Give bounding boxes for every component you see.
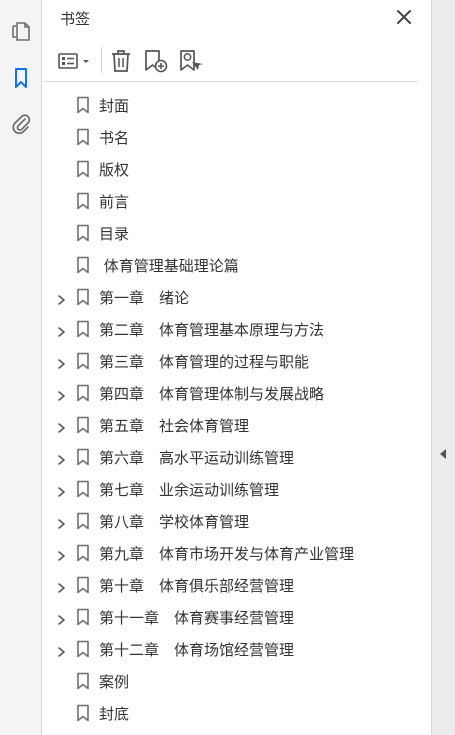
pages-thumbnail-button[interactable]: [7, 17, 35, 45]
find-bookmark-button[interactable]: [178, 47, 204, 75]
bookmark-label: 第五章 社会体育管理: [99, 417, 250, 435]
bookmark-item[interactable]: 第五章 社会体育管理: [43, 409, 431, 441]
bookmark-icon: [76, 288, 90, 306]
toolbar-separator: [101, 47, 102, 73]
chevron-right-icon[interactable]: [55, 451, 67, 465]
bookmark-label: 第二章 体育管理基本原理与方法: [99, 321, 325, 339]
close-icon: [397, 10, 411, 24]
right-pane-handle: [431, 0, 455, 735]
chevron-right-icon[interactable]: [55, 515, 67, 529]
bookmark-label: 第七章 业余运动训练管理: [99, 481, 280, 499]
bookmark-icon: [76, 480, 90, 498]
new-bookmark-button[interactable]: [143, 47, 169, 75]
bookmark-item[interactable]: 第七章 业余运动训练管理: [43, 473, 431, 505]
bookmarks-tab-button[interactable]: [7, 64, 49, 92]
bookmark-icon: [76, 128, 90, 146]
bookmark-item[interactable]: 第十章 体育俱乐部经营管理: [43, 569, 431, 601]
bookmark-icon: [76, 320, 90, 338]
add-bookmark-icon: [145, 50, 168, 73]
chevron-right-icon[interactable]: [55, 355, 67, 369]
trash-icon: [112, 50, 130, 72]
bookmarks-panel: 书签 封面 书名 版权 前言 目录 体育管理基础理论篇 第一章 绪论 第二章 体…: [43, 0, 431, 735]
bookmark-item[interactable]: 封面: [43, 89, 431, 121]
chevron-right-icon[interactable]: [55, 387, 67, 401]
bookmark-label: 第三章 体育管理的过程与职能: [99, 353, 310, 371]
bookmark-icon: [76, 576, 90, 594]
bookmark-item[interactable]: 封底: [43, 697, 431, 729]
bookmark-item[interactable]: 第八章 学校体育管理: [43, 505, 431, 537]
bookmark-label: 书名: [99, 129, 130, 147]
panel-header: 书签: [43, 0, 431, 36]
attachments-tab-button[interactable]: [7, 110, 35, 138]
bookmark-icon: [76, 512, 90, 530]
bookmark-label: 第八章 学校体育管理: [99, 513, 250, 531]
delete-bookmark-button[interactable]: [109, 47, 133, 75]
find-bookmark-icon: [180, 50, 203, 71]
bookmark-item[interactable]: 第一章 绪论: [43, 281, 431, 313]
bookmark-icon: [76, 544, 90, 562]
bookmark-options-button[interactable]: [57, 47, 97, 75]
chevron-right-icon[interactable]: [55, 291, 67, 305]
bookmark-item[interactable]: 前言: [43, 185, 431, 217]
bookmark-label: 第九章 体育市场开发与体育产业管理: [99, 545, 355, 563]
bookmark-icon: [76, 448, 90, 466]
navigation-tool-strip: [0, 0, 49, 735]
bookmark-item[interactable]: 第二章 体育管理基本原理与方法: [43, 313, 431, 345]
chevron-right-icon[interactable]: [55, 323, 67, 337]
bookmarks-toolbar: [43, 40, 418, 82]
bookmark-item[interactable]: 第十二章 体育场馆经营管理: [43, 633, 431, 665]
bookmark-item[interactable]: 第四章 体育管理体制与发展战略: [43, 377, 431, 409]
bookmark-label: 第十二章 体育场馆经营管理: [99, 641, 295, 659]
chevron-right-icon[interactable]: [55, 643, 67, 657]
chevron-right-icon[interactable]: [55, 611, 67, 625]
bookmark-label: 目录: [99, 225, 130, 243]
chevron-right-icon[interactable]: [55, 579, 67, 593]
bookmark-label: 封面: [99, 97, 130, 115]
bookmarks-icon: [15, 68, 27, 88]
bookmark-item[interactable]: 第九章 体育市场开发与体育产业管理: [43, 537, 431, 569]
pages-icon: [12, 22, 30, 41]
bookmark-label: 前言: [99, 193, 130, 211]
bookmark-item[interactable]: 第六章 高水平运动训练管理: [43, 441, 431, 473]
bookmark-icon: [76, 640, 90, 658]
bookmark-label: 封底: [99, 705, 130, 723]
bookmark-item[interactable]: 体育管理基础理论篇: [43, 249, 431, 281]
bookmark-icon: [76, 704, 90, 722]
bookmark-icon: [76, 256, 90, 274]
bookmark-icon: [76, 192, 90, 210]
expand-right-pane-button[interactable]: [438, 446, 448, 462]
bookmark-item[interactable]: 版权: [43, 153, 431, 185]
bookmark-label: 版权: [99, 161, 130, 179]
bookmark-tree: 封面书名版权前言目录 体育管理基础理论篇 第一章 绪论第二章 体育管理基本原理与方…: [43, 89, 431, 729]
bookmark-label: 第一章 绪论: [99, 289, 190, 307]
bookmark-item[interactable]: 第三章 体育管理的过程与职能: [43, 345, 431, 377]
bookmark-icon: [76, 416, 90, 434]
bookmark-label: 第四章 体育管理体制与发展战略: [99, 385, 325, 403]
list-options-icon: [58, 53, 89, 69]
bookmark-icon: [76, 224, 90, 242]
bookmark-label: 第十章 体育俱乐部经营管理: [99, 577, 295, 595]
bookmark-icon: [76, 608, 90, 626]
bookmark-label: 案例: [99, 673, 130, 691]
bookmark-icon: [76, 160, 90, 178]
bookmark-icon: [76, 384, 90, 402]
bookmarks-app: 书签 封面 书名 版权 前言 目录 体育管理基础理论篇 第一章 绪论 第二章 体…: [0, 0, 455, 735]
bookmark-label: 第六章 高水平运动训练管理: [99, 449, 295, 467]
close-panel-button[interactable]: [395, 8, 413, 26]
bookmark-label: 体育管理基础理论篇: [99, 257, 239, 275]
panel-title: 书签: [60, 10, 91, 28]
bookmark-item[interactable]: 案例: [43, 665, 431, 697]
bookmark-item[interactable]: 书名: [43, 121, 431, 153]
chevron-right-icon[interactable]: [55, 419, 67, 433]
bookmark-icon: [76, 672, 90, 690]
attachments-icon: [12, 114, 31, 135]
bookmark-item[interactable]: 目录: [43, 217, 431, 249]
chevron-right-icon[interactable]: [55, 483, 67, 497]
triangle-left-icon: [440, 449, 446, 459]
bookmark-item[interactable]: 第十一章 体育赛事经营管理: [43, 601, 431, 633]
chevron-right-icon[interactable]: [55, 547, 67, 561]
bookmark-icon: [76, 96, 90, 114]
bookmark-icon: [76, 352, 90, 370]
bookmark-label: 第十一章 体育赛事经营管理: [99, 609, 295, 627]
